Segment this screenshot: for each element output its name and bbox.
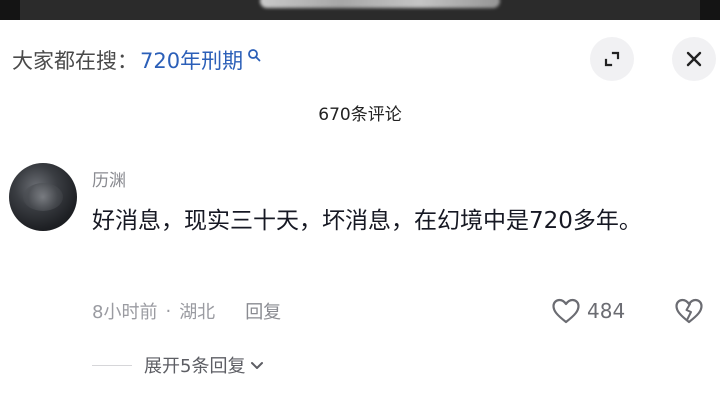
video-frame xyxy=(20,0,700,20)
expand-replies-button[interactable]: 展开5条回复 xyxy=(92,351,265,379)
comment-count: 670条评论 xyxy=(318,105,402,125)
expand-button[interactable] xyxy=(590,37,634,81)
avatar[interactable] xyxy=(9,163,77,231)
divider-line xyxy=(92,364,132,366)
expand-icon xyxy=(604,51,620,67)
search-prefix: 大家都在搜： xyxy=(12,49,138,73)
expand-replies-label: 展开5条回复 xyxy=(144,356,246,377)
avatar-image xyxy=(23,183,63,211)
close-icon xyxy=(686,51,702,67)
like-button[interactable]: 484 xyxy=(551,296,625,326)
search-icon xyxy=(248,49,261,62)
meta-separator: · xyxy=(165,300,172,322)
comment-meta: 8小时前 · 湖北 回复 xyxy=(92,297,281,325)
video-caption-blur xyxy=(260,0,500,8)
comment-location: 湖北 xyxy=(179,302,216,323)
reply-button[interactable]: 回复 xyxy=(245,298,281,324)
comment-text: 好消息，现实三十天，坏消息，在幻境中是720多年。 xyxy=(92,208,642,234)
heart-icon xyxy=(552,298,580,324)
search-term-link[interactable]: 720年刑期 xyxy=(140,45,243,75)
comment-time: 8小时前 xyxy=(92,302,158,323)
search-suggestion[interactable]: 大家都在搜： 720年刑期 xyxy=(12,40,261,80)
dislike-icon[interactable] xyxy=(674,297,704,325)
video-preview-strip xyxy=(0,0,720,20)
like-count: 484 xyxy=(587,299,626,323)
comment-username[interactable]: 历渊 xyxy=(92,166,126,191)
close-button[interactable] xyxy=(672,37,716,81)
chevron-down-icon xyxy=(251,362,264,369)
